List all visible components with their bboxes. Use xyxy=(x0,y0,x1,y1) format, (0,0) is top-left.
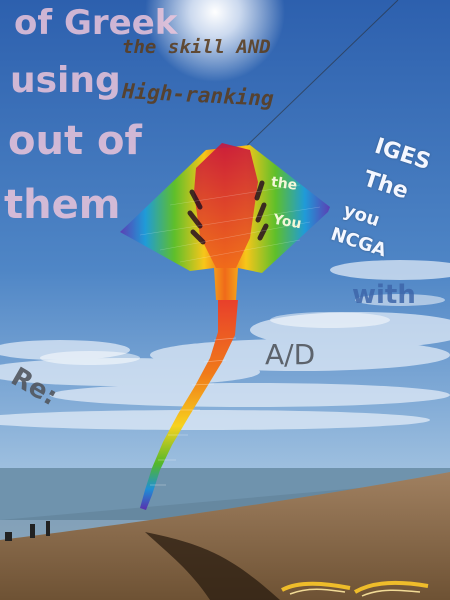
overlay-text-line: with xyxy=(352,280,416,310)
overlay-text-line: using xyxy=(10,60,121,101)
overlay-text-line: A/D xyxy=(265,338,316,371)
overlay-text-line: out of xyxy=(8,118,142,164)
overlay-text-line: the skill AND xyxy=(122,36,271,58)
overlay-text-line: them xyxy=(4,182,121,228)
photo-scene: of Greek using out of them the skill AND… xyxy=(0,0,450,600)
kite-overlay-word: the xyxy=(270,174,299,194)
